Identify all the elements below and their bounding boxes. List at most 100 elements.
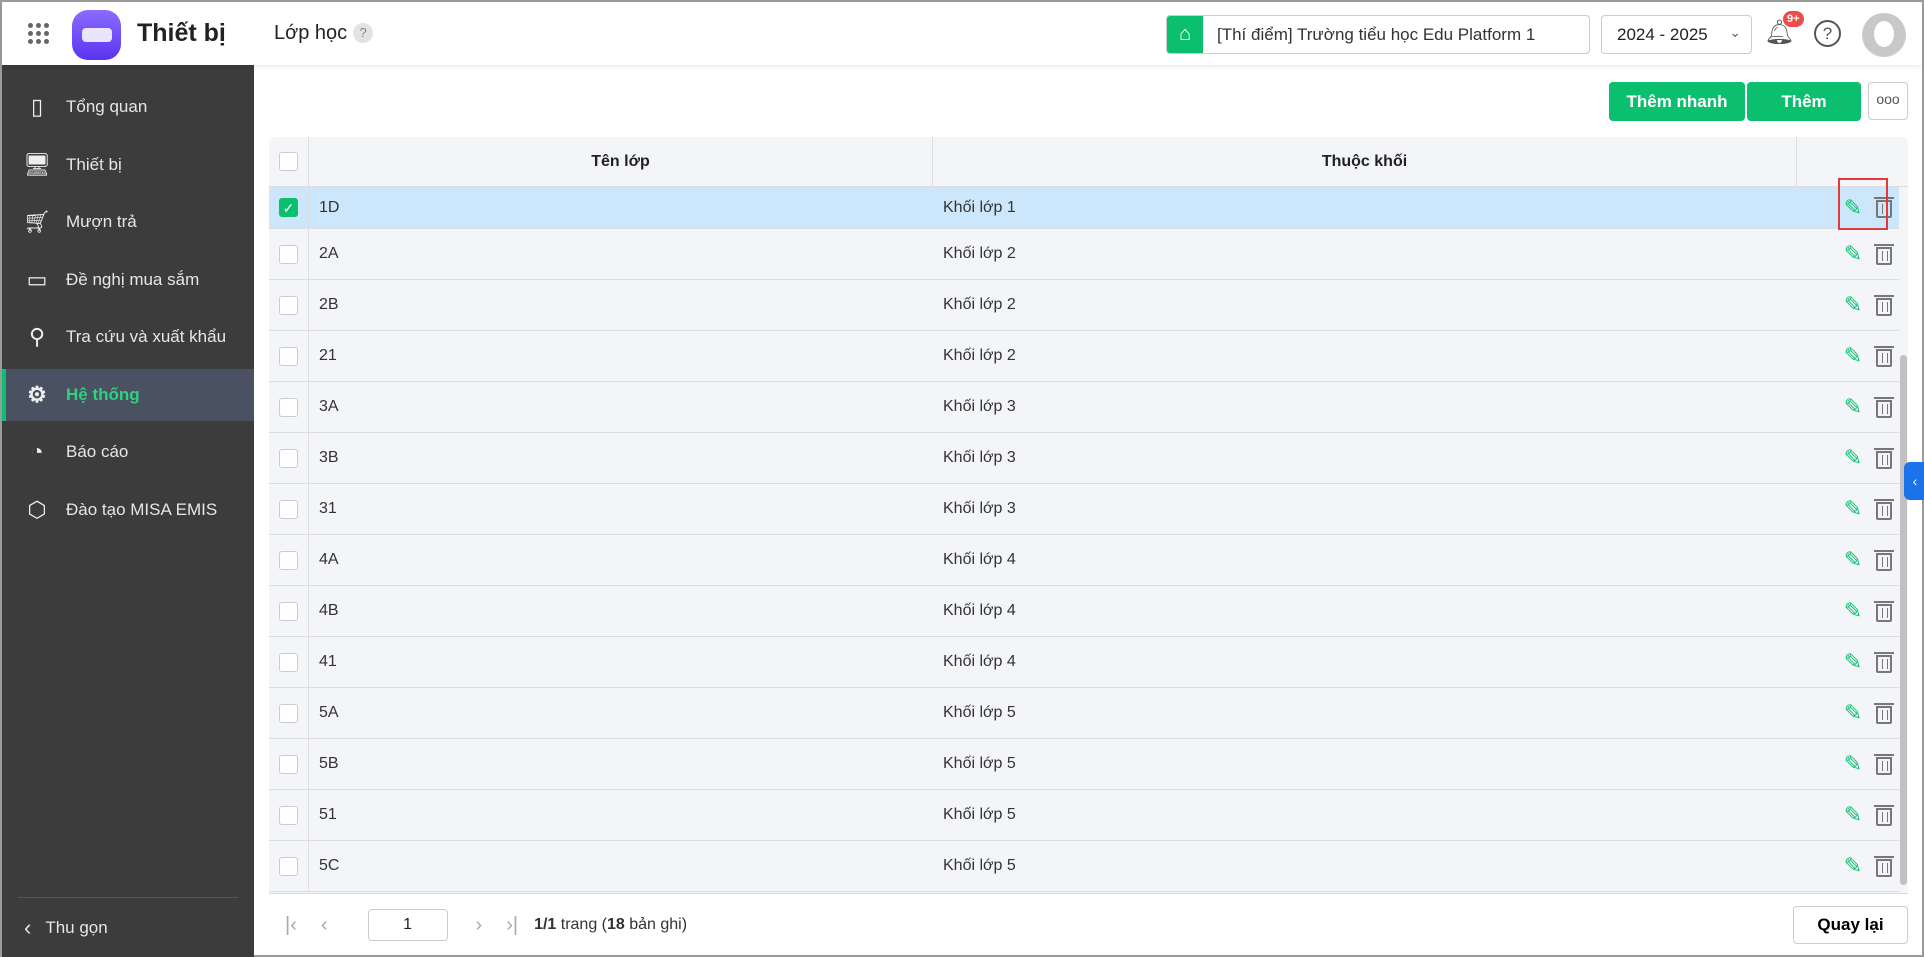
edit-icon[interactable]: ✎ (1844, 343, 1862, 369)
class-name: 2B (319, 296, 339, 313)
row-checkbox[interactable] (279, 601, 298, 621)
table-row[interactable]: 21 Khối lớp 2 ✎ (269, 331, 1899, 382)
first-page-icon[interactable]: |‹ (285, 914, 297, 937)
class-name: 5B (319, 755, 339, 772)
collapse-button[interactable]: ‹ Thu gọn (18, 897, 238, 957)
table-row[interactable]: 5A Khối lớp 5 ✎ (269, 688, 1899, 739)
quick-add-button[interactable]: Thêm nhanh (1609, 82, 1745, 121)
table-scrollbar[interactable] (1899, 187, 1908, 893)
column-header-grade[interactable]: Thuộc khối (933, 137, 1797, 186)
row-checkbox[interactable] (279, 244, 298, 264)
edit-icon[interactable]: ✎ (1844, 751, 1862, 777)
row-checkbox[interactable] (279, 754, 298, 774)
row-checkbox[interactable] (279, 550, 298, 570)
trash-icon[interactable] (1874, 294, 1895, 316)
select-all-checkbox[interactable] (279, 152, 298, 171)
edit-icon[interactable]: ✎ (1844, 241, 1862, 267)
sidebar-item[interactable]: ▭ Đề nghị mua sắm (2, 254, 254, 306)
trash-icon[interactable] (1874, 243, 1895, 265)
more-options-button[interactable]: ooo (1868, 82, 1908, 120)
table-row[interactable]: 5C Khối lớp 5 ✎ (269, 841, 1899, 892)
class-name: 4B (319, 602, 339, 619)
next-page-icon[interactable]: › (476, 914, 483, 937)
sidebar-item-label: Đề nghị mua sắm (66, 269, 200, 289)
edit-icon[interactable]: ✎ (1844, 853, 1862, 879)
edit-icon[interactable]: ✎ (1844, 802, 1862, 828)
sidebar-item[interactable]: ⚙ Hệ thống (2, 368, 254, 421)
row-checkbox[interactable]: ✓ (279, 198, 298, 217)
table-row[interactable]: 41 Khối lớp 4 ✎ (269, 637, 1899, 688)
row-checkbox[interactable] (279, 448, 298, 468)
scrollbar-thumb[interactable] (1900, 355, 1907, 885)
sidebar-item-label: Hệ thống (66, 384, 140, 404)
row-checkbox[interactable] (279, 499, 298, 519)
page-title-text: Lớp học (274, 22, 348, 44)
help-icon[interactable]: ? (1814, 20, 1841, 47)
last-page-icon[interactable]: ›| (506, 914, 518, 937)
collapse-label: Thu gọn (45, 917, 108, 937)
sidebar-item[interactable]: ◔ Báo cáo (2, 426, 254, 478)
class-name: 5C (319, 857, 340, 874)
page-input[interactable]: 1 (367, 909, 448, 941)
sidebar-item[interactable]: 🖥︎ Thiết bị (2, 139, 254, 191)
row-checkbox[interactable] (279, 703, 298, 723)
row-checkbox[interactable] (279, 805, 298, 825)
row-checkbox[interactable] (279, 346, 298, 366)
apps-grid-icon[interactable] (28, 23, 50, 45)
column-header-name[interactable]: Tên lớp (309, 137, 933, 186)
class-name: 51 (319, 806, 337, 823)
trash-icon[interactable] (1874, 702, 1895, 724)
table-row[interactable]: 51 Khối lớp 5 ✎ (269, 790, 1899, 841)
trash-icon[interactable] (1874, 600, 1895, 622)
year-select[interactable]: 2024 - 2025 ⌄ (1601, 15, 1752, 54)
grade-name: Khối lớp 2 (943, 245, 1016, 262)
sidebar-item[interactable]: ⚲ Tra cứu và xuất khẩu (2, 311, 254, 363)
trash-icon[interactable] (1874, 549, 1895, 571)
table-row[interactable]: 2A Khối lớp 2 ✎ (269, 229, 1899, 280)
grade-name: Khối lớp 5 (943, 857, 1016, 874)
trash-icon[interactable] (1874, 753, 1895, 775)
back-button[interactable]: Quay lại (1793, 906, 1908, 944)
edit-icon[interactable]: ✎ (1844, 598, 1862, 624)
add-button[interactable]: Thêm (1747, 82, 1861, 121)
chevron-down-icon: ⌄ (1729, 24, 1741, 40)
page-info: 1/1 trang (18 bản ghi) (534, 916, 688, 933)
school-selector[interactable]: ⌂ [Thí điểm] Trường tiểu học Edu Platform… (1166, 15, 1590, 54)
sidebar-item[interactable]: ▯ Tổng quan (2, 81, 254, 133)
row-checkbox[interactable] (279, 652, 298, 672)
edit-icon[interactable]: ✎ (1844, 700, 1862, 726)
trash-icon[interactable] (1874, 855, 1895, 877)
trash-icon[interactable] (1874, 345, 1895, 367)
edit-icon[interactable]: ✎ (1844, 496, 1862, 522)
edit-icon[interactable]: ✎ (1844, 547, 1862, 573)
trash-icon[interactable] (1874, 651, 1895, 673)
notification-badge: 9+ (1783, 11, 1804, 27)
table-row[interactable]: 4B Khối lớp 4 ✎ (269, 586, 1899, 637)
table-row[interactable]: 3B Khối lớp 3 ✎ (269, 433, 1899, 484)
edit-icon[interactable]: ✎ (1844, 649, 1862, 675)
trash-icon[interactable] (1874, 804, 1895, 826)
sidebar-item[interactable]: 🛒︎ Mượn trả (2, 196, 254, 248)
table-row[interactable]: 2B Khối lớp 2 ✎ (269, 280, 1899, 331)
edit-icon[interactable]: ✎ (1844, 445, 1862, 471)
table-row[interactable]: 4A Khối lớp 4 ✎ (269, 535, 1899, 586)
side-panel-toggle[interactable]: ‹ (1904, 462, 1924, 500)
row-checkbox[interactable] (279, 397, 298, 417)
home-icon: ⌂ (1167, 16, 1203, 53)
row-checkbox[interactable] (279, 295, 298, 315)
row-checkbox[interactable] (279, 856, 298, 876)
table-row[interactable]: 5B Khối lớp 5 ✎ (269, 739, 1899, 790)
trash-icon[interactable] (1874, 396, 1895, 418)
avatar[interactable] (1862, 13, 1906, 57)
edit-icon[interactable]: ✎ (1844, 292, 1862, 318)
prev-page-icon[interactable]: ‹ (321, 914, 328, 937)
edit-icon[interactable]: ✎ (1844, 394, 1862, 420)
sidebar-item[interactable]: ⬡ Đào tạo MISA EMIS (2, 484, 254, 536)
table-row[interactable]: 3A Khối lớp 3 ✎ (269, 382, 1899, 433)
trash-icon[interactable] (1874, 498, 1895, 520)
trash-icon[interactable] (1874, 447, 1895, 469)
table-row[interactable]: ✓ 1D Khối lớp 1 ✎ (269, 187, 1899, 229)
table-row[interactable]: 31 Khối lớp 3 ✎ (269, 484, 1899, 535)
class-name: 21 (319, 347, 337, 364)
help-hint-icon[interactable]: ? (353, 23, 374, 43)
